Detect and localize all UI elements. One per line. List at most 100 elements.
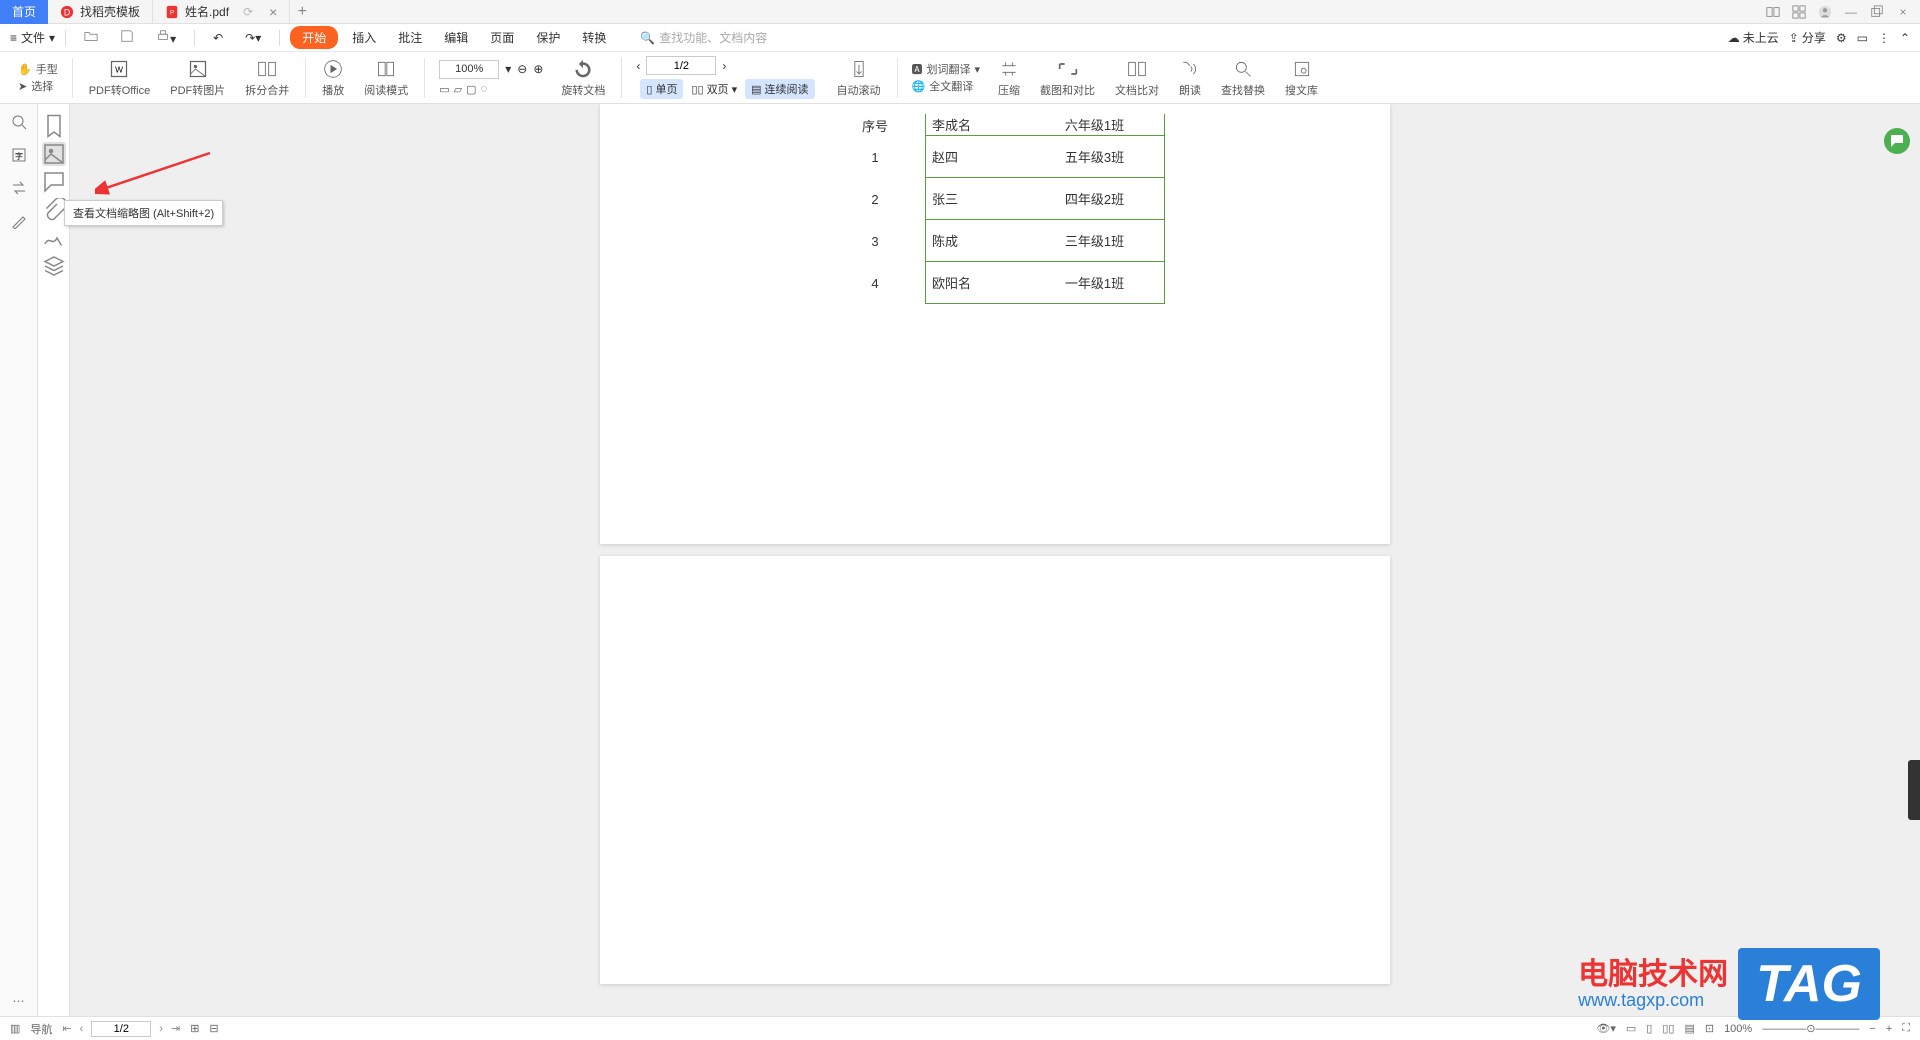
- search-box[interactable]: 🔍 查找功能、文档内容: [640, 29, 767, 46]
- zoom-tool-icon[interactable]: [3, 107, 35, 137]
- more-icon[interactable]: ⋮: [1878, 31, 1890, 45]
- zoom-out-icon[interactable]: ⊖: [517, 62, 527, 76]
- status-page-input[interactable]: [91, 1021, 151, 1037]
- settings-icon[interactable]: ⚙: [1836, 31, 1847, 45]
- hamburger-icon: ≡: [10, 31, 17, 45]
- pdf-to-image-button[interactable]: PDF转图片: [162, 58, 233, 98]
- bookmark-icon[interactable]: [42, 114, 66, 138]
- prev-page-icon[interactable]: ‹: [636, 59, 640, 73]
- side-panel-handle[interactable]: [1908, 760, 1920, 820]
- actual-size-icon[interactable]: ▢: [466, 83, 476, 96]
- zoom-in-status-icon[interactable]: +: [1886, 1023, 1892, 1035]
- next-page-icon[interactable]: ›: [722, 59, 726, 73]
- split-merge-button[interactable]: 拆分合并: [237, 58, 297, 98]
- share-button[interactable]: ⇪分享: [1789, 29, 1826, 46]
- file-menu[interactable]: ≡ 文件 ▾: [10, 29, 55, 46]
- cell-name: 欧阳名: [925, 262, 1025, 304]
- read-mode-button[interactable]: 阅读模式: [356, 58, 416, 98]
- print-button[interactable]: ▾: [148, 26, 184, 49]
- view-mode-3-icon[interactable]: ▯▯: [1662, 1022, 1674, 1035]
- fit-minus-icon[interactable]: ⊟: [209, 1022, 218, 1035]
- pdf-to-office-button[interactable]: WPDF转Office: [81, 58, 159, 98]
- undo-button[interactable]: ↶: [205, 28, 231, 48]
- view-mode-2-icon[interactable]: ▯: [1646, 1022, 1652, 1035]
- zoom-out-status-icon[interactable]: −: [1869, 1023, 1875, 1035]
- attachment-icon[interactable]: [42, 198, 66, 222]
- zoom-in-icon[interactable]: ⊕: [533, 62, 543, 76]
- fit-width-icon[interactable]: ▭: [439, 83, 449, 96]
- select-tool[interactable]: ➤选择: [18, 78, 58, 94]
- open-button[interactable]: [76, 26, 106, 49]
- menu-edit[interactable]: 编辑: [436, 26, 476, 49]
- menu-insert[interactable]: 插入: [344, 26, 384, 49]
- collapse-ribbon-icon[interactable]: ⌃: [1900, 31, 1910, 45]
- menu-convert[interactable]: 转换: [574, 26, 614, 49]
- pin-icon[interactable]: ⟳: [243, 5, 253, 19]
- next-page-icon[interactable]: ›: [159, 1023, 163, 1035]
- fullscreen-icon[interactable]: ⛶: [1902, 1022, 1910, 1035]
- close-tab-icon[interactable]: ×: [269, 4, 277, 20]
- zoom-dropdown-icon[interactable]: ▾: [505, 62, 511, 76]
- screenshot-button[interactable]: 截图和对比: [1032, 58, 1103, 98]
- menu-protect[interactable]: 保护: [528, 26, 568, 49]
- play-button[interactable]: 播放: [314, 58, 352, 98]
- fit-page-icon[interactable]: ▱: [454, 83, 462, 96]
- double-page-button[interactable]: ▯▯双页▾: [685, 79, 743, 99]
- redo-button[interactable]: ↷▾: [237, 28, 269, 48]
- minimize-button[interactable]: —: [1842, 3, 1860, 21]
- single-page-button[interactable]: ▯单页: [640, 79, 683, 99]
- thumbnail-icon[interactable]: [42, 142, 66, 166]
- save-button[interactable]: [112, 26, 142, 49]
- view-mode-1-icon[interactable]: ▭: [1626, 1022, 1636, 1035]
- prev-page-icon[interactable]: ‹: [80, 1023, 84, 1035]
- convert-icon[interactable]: [3, 173, 35, 203]
- watermark-url: www.tagxp.com: [1578, 991, 1728, 1011]
- menu-annotate[interactable]: 批注: [390, 26, 430, 49]
- continuous-read-button[interactable]: ▤连续阅读: [745, 79, 814, 99]
- compare-button[interactable]: 文档比对: [1107, 58, 1167, 98]
- user-icon[interactable]: [1816, 3, 1834, 21]
- maximize-button[interactable]: [1868, 3, 1886, 21]
- last-page-icon[interactable]: ⇥: [171, 1022, 180, 1035]
- first-page-icon[interactable]: ⇤: [62, 1022, 71, 1035]
- find-replace-button[interactable]: 查找替换: [1213, 58, 1273, 98]
- not-uploaded-button[interactable]: ☁未上云: [1728, 29, 1779, 46]
- rotate-button[interactable]: 旋转文档: [553, 58, 613, 98]
- layers-icon[interactable]: [42, 254, 66, 278]
- grid-icon[interactable]: [1790, 3, 1808, 21]
- signature-icon[interactable]: [42, 226, 66, 250]
- read-aloud-button[interactable]: 朗读: [1171, 58, 1209, 98]
- annotate-side-icon[interactable]: [3, 206, 35, 236]
- fit-plus-icon[interactable]: ⊞: [190, 1022, 199, 1035]
- marquee-icon[interactable]: ◌: [481, 83, 488, 95]
- document-canvas[interactable]: 序号 李成名 六年级1班 1赵四五年级3班 2张三四年级2班 3陈成三年级1班 …: [70, 104, 1920, 1016]
- zoom-value[interactable]: 100%: [439, 60, 499, 79]
- view-mode-4-icon[interactable]: ▤: [1684, 1022, 1694, 1035]
- search-library-button[interactable]: 搜文库: [1277, 58, 1326, 98]
- ocr-icon[interactable]: 字: [3, 140, 35, 170]
- window-icon[interactable]: ▭: [1857, 31, 1868, 45]
- feedback-button[interactable]: [1884, 128, 1910, 154]
- hand-tool[interactable]: ✋手型: [18, 61, 58, 77]
- menu-start[interactable]: 开始: [290, 26, 338, 49]
- tab-templates[interactable]: D 找稻壳模板: [48, 0, 153, 24]
- add-tab-button[interactable]: +: [290, 3, 314, 21]
- page-input[interactable]: [646, 56, 716, 75]
- tab-document[interactable]: P 姓名.pdf ⟳ ×: [153, 0, 290, 24]
- eye-icon[interactable]: 👁▾: [1596, 1022, 1616, 1035]
- compress-button[interactable]: 压缩: [990, 58, 1028, 98]
- nav-toggle-icon[interactable]: ▥: [10, 1022, 20, 1035]
- speaker-icon: [1179, 58, 1201, 80]
- auto-scroll-button[interactable]: 自动滚动: [829, 58, 889, 98]
- layout-icon[interactable]: [1764, 3, 1782, 21]
- menu-page[interactable]: 页面: [482, 26, 522, 49]
- nav-sidebar: [38, 104, 70, 1016]
- ruler-icon[interactable]: ⊡: [1705, 1022, 1714, 1035]
- tab-home[interactable]: 首页: [0, 0, 48, 24]
- zoom-slider[interactable]: ————⊙————: [1762, 1022, 1859, 1035]
- more-side-icon[interactable]: ⋯: [3, 986, 35, 1016]
- word-translate-button[interactable]: 🅰划词翻译▾: [912, 61, 981, 77]
- comment-icon[interactable]: [42, 170, 66, 194]
- close-window-button[interactable]: ×: [1894, 3, 1912, 21]
- full-translate-button[interactable]: 🌐全文翻译: [912, 78, 981, 94]
